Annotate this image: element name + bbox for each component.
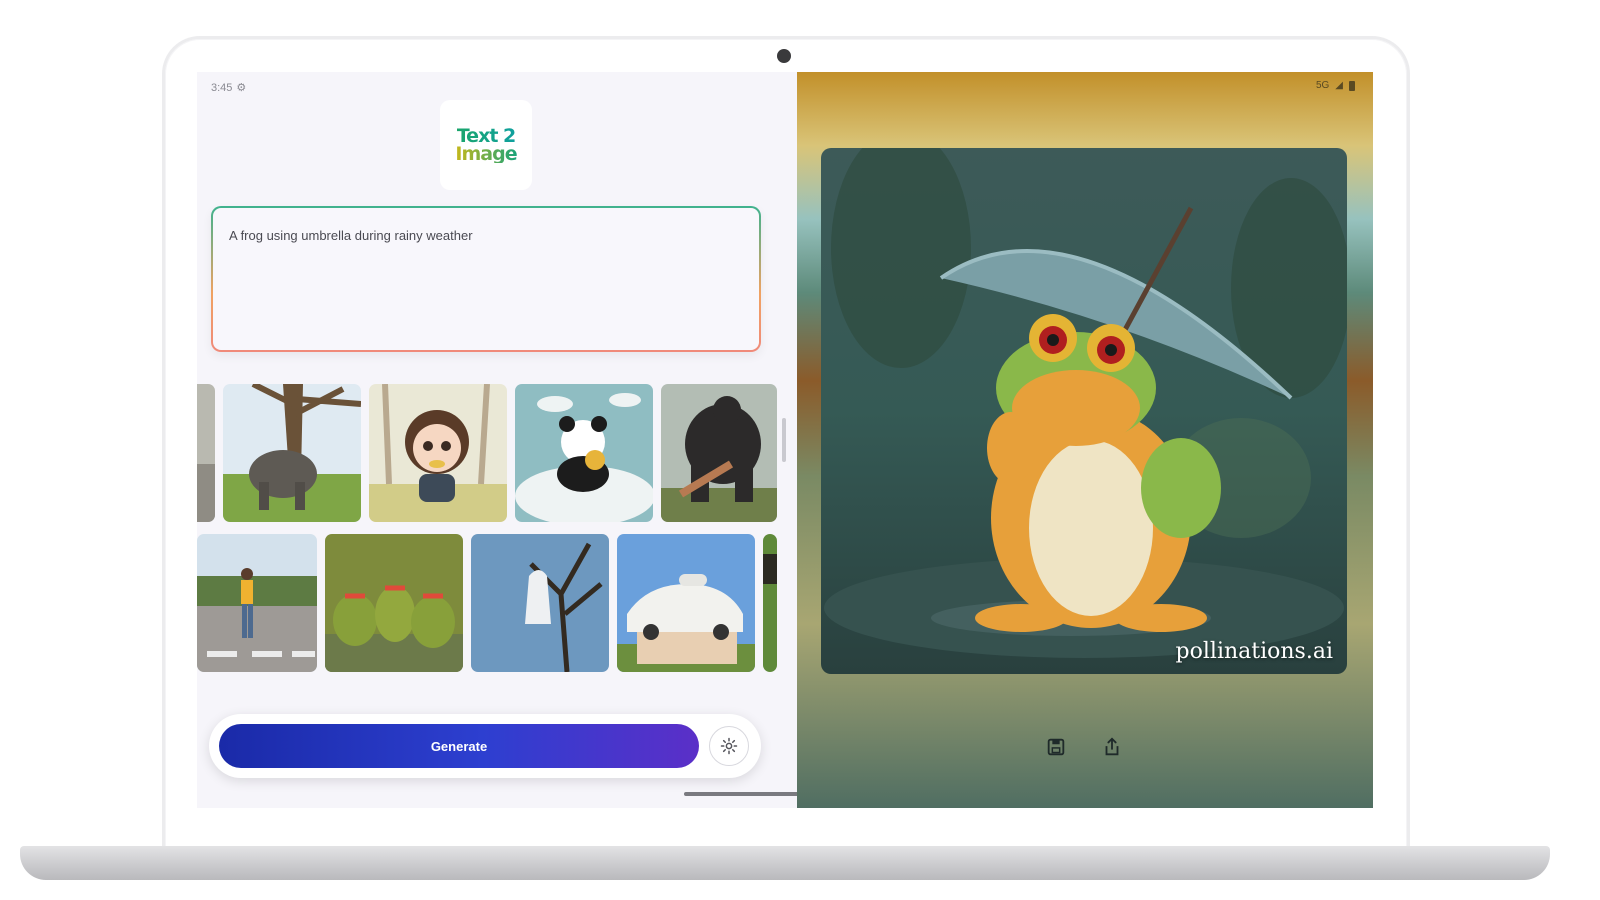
camera-dot (777, 49, 791, 63)
frog-umbrella-illustration (821, 148, 1347, 674)
settings-status-icon: ⚙ (236, 82, 247, 94)
save-button[interactable] (1041, 732, 1071, 762)
prompt-field[interactable]: A frog using umbrella during rainy weath… (211, 206, 761, 352)
save-icon (1047, 738, 1065, 756)
generate-button[interactable]: Generate (219, 724, 699, 768)
home-indicator (684, 792, 797, 796)
example-gallery-row-2 (197, 534, 777, 674)
status-time: 3:45 (211, 81, 233, 94)
battery-icon (1349, 80, 1355, 91)
gallery-tile-car-roof[interactable] (617, 534, 755, 672)
gallery-tile-ghost-tree[interactable] (471, 534, 609, 672)
gallery-tile-partial-right[interactable] (763, 534, 777, 672)
gallery-tile-boy-street[interactable] (197, 534, 317, 672)
laptop-base (20, 846, 1550, 880)
prompt-text[interactable]: A frog using umbrella during rainy weath… (213, 208, 759, 350)
status-bar-right: 5G ◢ (1316, 80, 1355, 91)
app-logo: Text 2 Image (440, 100, 532, 190)
gear-icon (720, 737, 738, 755)
gallery-tile-elephant[interactable] (223, 384, 361, 522)
pane-resize-handle[interactable] (782, 418, 786, 462)
gallery-tile-gorilla[interactable] (661, 384, 777, 522)
app-left-pane: 3:45 ⚙ Text 2 Image A frog using umbrell… (197, 72, 797, 808)
share-icon (1105, 737, 1119, 756)
gallery-tile-crocodiles[interactable] (325, 534, 463, 672)
watermark-text: pollinations.ai (1175, 639, 1333, 664)
gallery-tile-panda[interactable] (515, 384, 653, 522)
result-pane: 5G ◢ pollinations.ai (797, 72, 1373, 808)
network-label: 5G (1315, 80, 1330, 91)
action-bar: Generate (209, 714, 761, 778)
gallery-tile-girl[interactable] (369, 384, 507, 522)
share-button[interactable] (1097, 732, 1127, 762)
status-bar-left: 3:45 ⚙ (211, 81, 247, 95)
example-gallery-row-1 (197, 384, 777, 524)
signal-icon: ◢ (1335, 80, 1343, 91)
settings-button[interactable] (709, 726, 749, 766)
generated-image[interactable]: pollinations.ai (821, 148, 1347, 674)
logo-text-line2: Image (455, 143, 517, 165)
gallery-tile-partial[interactable] (197, 384, 215, 522)
